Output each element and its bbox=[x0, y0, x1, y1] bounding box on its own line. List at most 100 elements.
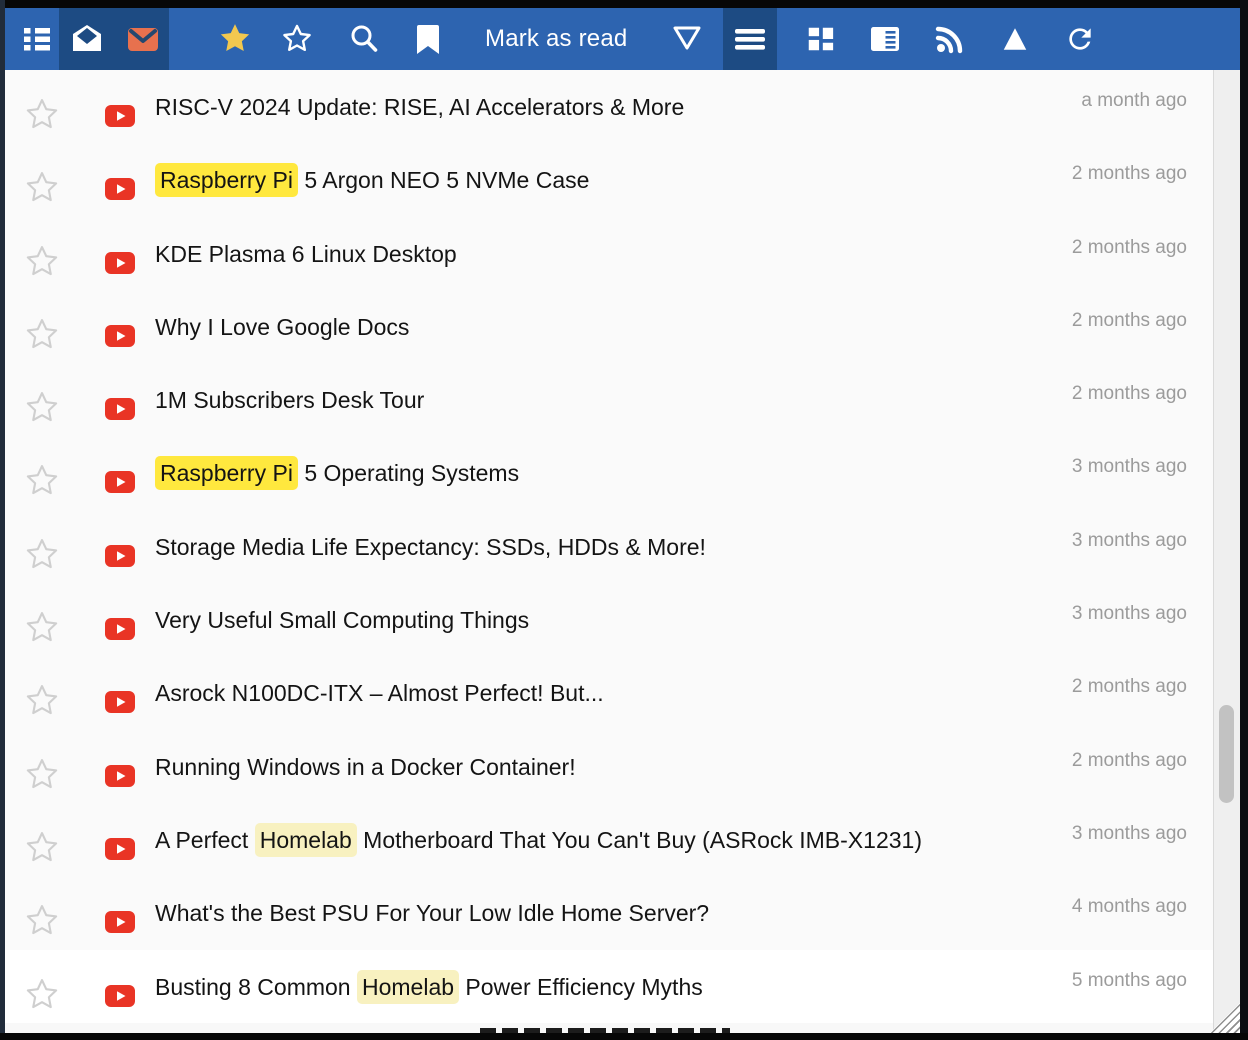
article-time: 2 months ago bbox=[1072, 237, 1187, 259]
article-title: Why I Love Google Docs bbox=[155, 314, 409, 341]
mark-read-button[interactable] bbox=[56, 8, 118, 70]
magnifier-icon bbox=[348, 23, 380, 55]
window-frame-bottom bbox=[0, 1033, 1248, 1040]
rss-icon bbox=[934, 23, 966, 55]
bookmark-icon bbox=[414, 23, 442, 55]
star-toggle-icon[interactable] bbox=[25, 245, 59, 279]
star-toggle-icon[interactable] bbox=[25, 98, 59, 132]
article-title: 1M Subscribers Desk Tour bbox=[155, 387, 424, 414]
star-outline-icon bbox=[281, 23, 313, 55]
feeds-button[interactable] bbox=[919, 8, 981, 70]
toolbar: Mark as read bbox=[5, 8, 1240, 70]
article-time: 2 months ago bbox=[1072, 383, 1187, 405]
star-toggle-icon[interactable] bbox=[25, 171, 59, 205]
list-icon bbox=[21, 23, 53, 55]
youtube-icon bbox=[105, 765, 135, 787]
star-toggle-icon[interactable] bbox=[25, 978, 59, 1012]
article-row[interactable]: Raspberry Pi 5 Operating Systems 3 month… bbox=[5, 436, 1213, 509]
search-button[interactable] bbox=[333, 8, 395, 70]
youtube-icon bbox=[105, 471, 135, 493]
article-row[interactable]: Very Useful Small Computing Things 3 mon… bbox=[5, 583, 1213, 656]
star-toggle-icon[interactable] bbox=[25, 758, 59, 792]
article-row[interactable]: Storage Media Life Expectancy: SSDs, HDD… bbox=[5, 510, 1213, 583]
star-filled-icon bbox=[218, 22, 252, 56]
star-toggle-icon[interactable] bbox=[25, 831, 59, 865]
star-toggle-icon[interactable] bbox=[25, 464, 59, 498]
star-toggle-icon[interactable] bbox=[25, 904, 59, 938]
article-title: Raspberry Pi 5 Operating Systems bbox=[155, 460, 519, 487]
starred-filter-button[interactable] bbox=[204, 8, 266, 70]
article-row[interactable]: A Perfect Homelab Motherboard That You C… bbox=[5, 803, 1213, 876]
article-time: 5 months ago bbox=[1072, 970, 1187, 992]
youtube-icon bbox=[105, 545, 135, 567]
article-time: 4 months ago bbox=[1072, 896, 1187, 918]
star-toggle-icon[interactable] bbox=[25, 318, 59, 352]
hamburger-icon bbox=[734, 23, 766, 55]
youtube-icon bbox=[105, 252, 135, 274]
youtube-icon bbox=[105, 985, 135, 1007]
star-toggle-button[interactable] bbox=[266, 8, 328, 70]
mark-unread-button[interactable] bbox=[112, 8, 174, 70]
article-time: 3 months ago bbox=[1072, 530, 1187, 552]
article-title: Asrock N100DC-ITX – Almost Perfect! But.… bbox=[155, 680, 604, 707]
article-list-pane: RISC-V 2024 Update: RISE, AI Accelerator… bbox=[5, 70, 1240, 1033]
envelope-orange-icon bbox=[126, 23, 160, 55]
scrollbar-thumb[interactable] bbox=[1219, 705, 1234, 803]
article-title: A Perfect Homelab Motherboard That You C… bbox=[155, 827, 922, 854]
mark-as-read-label: Mark as read bbox=[485, 25, 627, 53]
youtube-icon bbox=[105, 618, 135, 640]
article-row[interactable]: What's the Best PSU For Your Low Idle Ho… bbox=[5, 876, 1213, 949]
article-time: 2 months ago bbox=[1072, 676, 1187, 698]
article-row[interactable]: Raspberry Pi 5 Argon NEO 5 NVMe Case 2 m… bbox=[5, 143, 1213, 216]
star-toggle-icon[interactable] bbox=[25, 538, 59, 572]
youtube-icon bbox=[105, 838, 135, 860]
filter-button[interactable] bbox=[656, 8, 718, 70]
menu-button[interactable] bbox=[723, 8, 777, 70]
article-row[interactable]: Asrock N100DC-ITX – Almost Perfect! But.… bbox=[5, 656, 1213, 729]
refresh-icon bbox=[1064, 23, 1096, 55]
window-frame-right bbox=[1240, 0, 1248, 1040]
article-row[interactable]: KDE Plasma 6 Linux Desktop 2 months ago bbox=[5, 217, 1213, 290]
article-title: RISC-V 2024 Update: RISE, AI Accelerator… bbox=[155, 94, 684, 121]
youtube-icon bbox=[105, 691, 135, 713]
reader-view-button[interactable] bbox=[854, 8, 916, 70]
star-toggle-icon[interactable] bbox=[25, 684, 59, 718]
clipped-row-text bbox=[480, 1028, 730, 1033]
dashboard-icon bbox=[805, 24, 835, 54]
article-time: 2 months ago bbox=[1072, 310, 1187, 332]
article-row[interactable]: Busting 8 Common Homelab Power Efficienc… bbox=[5, 950, 1213, 1023]
article-row[interactable]: Running Windows in a Docker Container! 2… bbox=[5, 730, 1213, 803]
scrollbar-track[interactable] bbox=[1213, 70, 1240, 1033]
youtube-icon bbox=[105, 911, 135, 933]
youtube-icon bbox=[105, 178, 135, 200]
article-time: a month ago bbox=[1081, 90, 1187, 112]
youtube-icon bbox=[105, 325, 135, 347]
article-title: Raspberry Pi 5 Argon NEO 5 NVMe Case bbox=[155, 167, 589, 194]
clipped-article-row[interactable] bbox=[5, 1023, 1213, 1033]
triangle-up-icon bbox=[1000, 24, 1030, 54]
layout-button[interactable] bbox=[789, 8, 851, 70]
article-title: Running Windows in a Docker Container! bbox=[155, 754, 576, 781]
envelope-open-icon bbox=[71, 23, 103, 55]
article-time: 3 months ago bbox=[1072, 823, 1187, 845]
reader-icon bbox=[869, 23, 901, 55]
triangle-down-outline-icon bbox=[671, 24, 703, 54]
star-toggle-icon[interactable] bbox=[25, 391, 59, 425]
article-title: KDE Plasma 6 Linux Desktop bbox=[155, 241, 457, 268]
article-title: What's the Best PSU For Your Low Idle Ho… bbox=[155, 900, 709, 927]
article-time: 2 months ago bbox=[1072, 750, 1187, 772]
article-row[interactable]: RISC-V 2024 Update: RISE, AI Accelerator… bbox=[5, 70, 1213, 143]
mark-as-read-button[interactable]: Mark as read bbox=[485, 8, 627, 70]
youtube-icon bbox=[105, 105, 135, 127]
article-time: 3 months ago bbox=[1072, 456, 1187, 478]
article-title: Busting 8 Common Homelab Power Efficienc… bbox=[155, 974, 703, 1001]
window-frame-top bbox=[0, 0, 1248, 8]
article-list: RISC-V 2024 Update: RISE, AI Accelerator… bbox=[5, 70, 1213, 1023]
star-toggle-icon[interactable] bbox=[25, 611, 59, 645]
scroll-top-button[interactable] bbox=[984, 8, 1046, 70]
refresh-button[interactable] bbox=[1049, 8, 1111, 70]
article-row[interactable]: 1M Subscribers Desk Tour 2 months ago bbox=[5, 363, 1213, 436]
article-time: 3 months ago bbox=[1072, 603, 1187, 625]
article-row[interactable]: Why I Love Google Docs 2 months ago bbox=[5, 290, 1213, 363]
bookmark-button[interactable] bbox=[397, 8, 459, 70]
